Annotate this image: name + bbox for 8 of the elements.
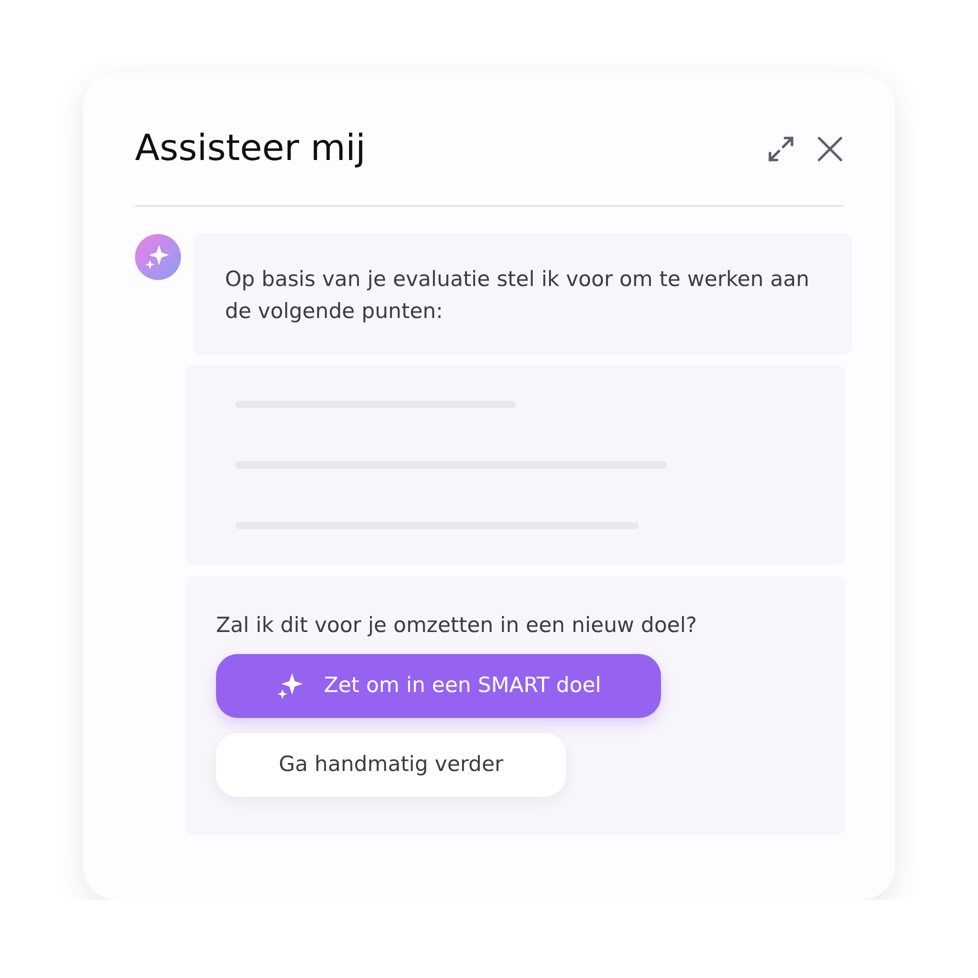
question-text: Zal ik dit voor je omzetten in een nieuw doel? [216, 612, 698, 639]
manual-button[interactable]: Ga handmatig verder [216, 732, 566, 796]
message-text: Op basis van je evaluatie stel ik voor om te werken aan de volgende punten: [225, 266, 810, 324]
assistant-avatar [135, 234, 181, 280]
panel-title: Assisteer mij [135, 127, 366, 171]
close-icon[interactable] [817, 136, 843, 162]
convert-button[interactable]: Zet om in een SMART doel [216, 654, 661, 718]
expand-icon[interactable] [767, 135, 795, 163]
